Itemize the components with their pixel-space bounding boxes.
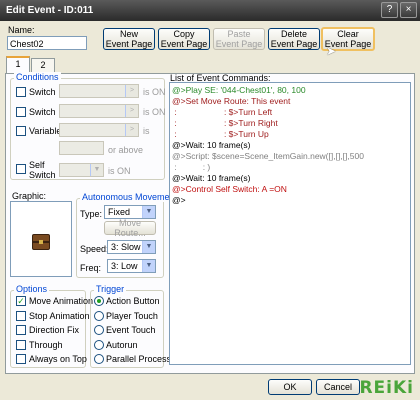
type-dropdown-icon: ▼ xyxy=(142,206,155,218)
ok-button[interactable]: OK xyxy=(268,379,312,395)
variable-dropdown-icon: > xyxy=(125,124,138,136)
command-line[interactable]: @>Wait: 10 frame(s) xyxy=(172,173,250,184)
self-switch-dropdown-icon: ▼ xyxy=(90,164,103,176)
speed-select[interactable]: 3: Slow ▼ xyxy=(107,240,156,254)
through-checkbox[interactable] xyxy=(16,340,26,350)
tab-page-1[interactable]: 1 xyxy=(6,56,30,73)
speed-label: Speed: xyxy=(80,244,109,254)
autorun-radio[interactable] xyxy=(94,340,104,350)
command-line[interactable]: @>Wait: 10 frame(s) xyxy=(172,140,250,151)
switch2-select[interactable]: > xyxy=(59,104,139,118)
switch2-dropdown-icon: > xyxy=(125,105,138,117)
chest-sprite-icon xyxy=(32,234,50,250)
switch2-checkbox[interactable] xyxy=(16,107,26,117)
edit-event-dialog: Edit Event - ID:011 ? × Name: Chest02 Ne… xyxy=(0,0,420,400)
event-commands-list[interactable]: @>Play SE: '044-Chest01', 80, 100 @>Set … xyxy=(169,82,411,365)
switch1-select[interactable]: > xyxy=(59,84,139,98)
chest-lock xyxy=(39,240,43,244)
move-route-button[interactable]: Move Route... xyxy=(104,218,156,238)
freq-select[interactable]: 3: Low ▼ xyxy=(107,259,156,273)
variable-checkbox[interactable] xyxy=(16,126,26,136)
close-icon[interactable]: × xyxy=(400,2,417,18)
always-on-top-label: Always on Top xyxy=(29,354,87,364)
move-animation-checkbox[interactable]: ✓ xyxy=(16,296,26,306)
command-line[interactable]: @> xyxy=(172,195,186,206)
freq-dropdown-icon: ▼ xyxy=(142,260,155,272)
switch1-checkbox[interactable] xyxy=(16,87,26,97)
self-switch-select[interactable]: ▼ xyxy=(59,163,104,177)
paste-event-page-button[interactable]: Paste Event Page xyxy=(213,28,265,50)
direction-fix-checkbox[interactable] xyxy=(16,325,26,335)
speed-value: 3: Slow xyxy=(111,242,141,252)
self-switch-suffix: is ON xyxy=(108,166,131,176)
command-line[interactable]: : : $>Turn Left xyxy=(172,107,272,118)
parallel-process-radio[interactable] xyxy=(94,354,104,364)
direction-fix-label: Direction Fix xyxy=(29,325,80,335)
player-touch-label: Player Touch xyxy=(106,311,158,321)
move-animation-label: Move Animation xyxy=(29,296,94,306)
autonomous-movement-title: Autonomous Movement xyxy=(80,192,180,202)
event-touch-radio[interactable] xyxy=(94,325,104,335)
title-bar: Edit Event - ID:011 xyxy=(0,0,420,21)
command-line[interactable]: : : ) xyxy=(172,162,210,173)
copy-event-page-button[interactable]: Copy Event Page xyxy=(158,28,210,50)
event-touch-label: Event Touch xyxy=(106,325,156,335)
or-above-label: or above xyxy=(108,145,144,155)
variable-select[interactable]: > xyxy=(59,123,139,137)
autorun-label: Autorun xyxy=(106,340,138,350)
action-button-radio[interactable] xyxy=(94,296,104,306)
mouse-cursor-icon: ➤ xyxy=(326,44,337,58)
type-value: Fixed xyxy=(108,207,131,217)
variable-value-field[interactable] xyxy=(59,141,104,155)
command-line[interactable]: @>Control Self Switch: A =ON xyxy=(172,184,287,195)
switch1-label: Switch xyxy=(29,87,56,97)
new-event-page-button[interactable]: New Event Page xyxy=(103,28,155,50)
through-label: Through xyxy=(29,340,63,350)
command-line[interactable]: @>Set Move Route: This event xyxy=(172,96,290,107)
delete-event-page-button[interactable]: Delete Event Page xyxy=(268,28,320,50)
freq-value: 3: Low xyxy=(111,261,138,271)
stop-animation-checkbox[interactable] xyxy=(16,311,26,321)
stop-animation-label: Stop Animation xyxy=(29,311,90,321)
variable-label: Variable xyxy=(29,126,62,136)
command-line[interactable]: : : $>Turn Right xyxy=(172,118,277,129)
watermark-logo: REiKi xyxy=(359,378,414,398)
name-label: Name: xyxy=(8,25,35,35)
switch2-label: Switch xyxy=(29,107,56,117)
type-label: Type: xyxy=(80,209,103,219)
player-touch-radio[interactable] xyxy=(94,311,104,321)
switch1-suffix: is ON xyxy=(143,87,166,97)
name-field[interactable]: Chest02 xyxy=(7,36,87,50)
freq-label: Freq: xyxy=(80,263,102,273)
trigger-title: Trigger xyxy=(94,284,127,294)
speed-dropdown-icon: ▼ xyxy=(142,241,155,253)
help-icon[interactable]: ? xyxy=(381,2,398,18)
parallel-process-label: Parallel Process xyxy=(106,354,172,364)
self-switch-label: Self Switch xyxy=(29,160,56,180)
options-title: Options xyxy=(14,284,50,294)
conditions-title: Conditions xyxy=(14,72,61,82)
tab-page-2[interactable]: 2 xyxy=(31,58,55,73)
always-on-top-checkbox[interactable] xyxy=(16,354,26,364)
switch1-dropdown-icon: > xyxy=(125,85,138,97)
command-line[interactable]: @>Play SE: '044-Chest01', 80, 100 xyxy=(172,85,306,96)
action-button-label: Action Button xyxy=(106,296,160,306)
self-switch-checkbox[interactable] xyxy=(16,164,26,174)
window-title: Edit Event - ID:011 xyxy=(6,5,94,16)
graphic-preview[interactable] xyxy=(10,201,72,277)
graphic-label: Graphic: xyxy=(12,191,47,201)
variable-suffix: is xyxy=(143,126,150,136)
command-line[interactable]: @>Script: $scene=Scene_ItemGain.new([],[… xyxy=(172,151,364,162)
cancel-button[interactable]: Cancel xyxy=(316,379,360,395)
command-line[interactable]: : : $>Turn Up xyxy=(172,129,268,140)
type-select[interactable]: Fixed ▼ xyxy=(104,205,156,219)
switch2-suffix: is ON xyxy=(143,107,166,117)
